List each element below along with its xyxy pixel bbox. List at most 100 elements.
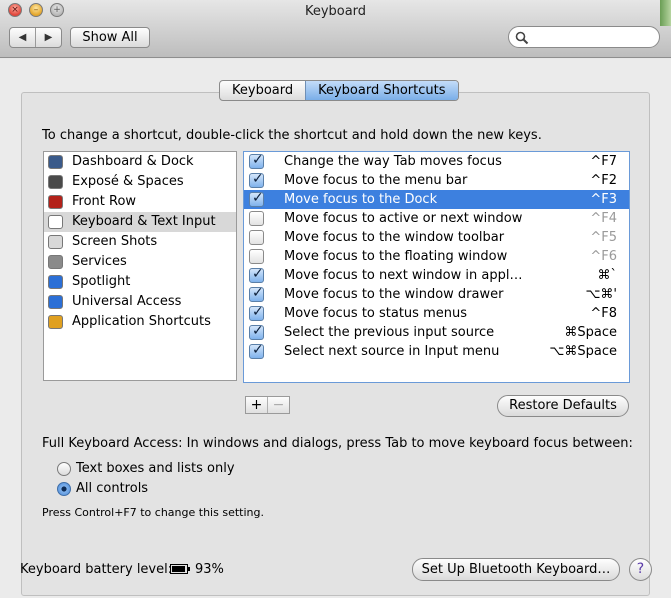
category-label: Universal Access [72, 294, 182, 309]
radio-label: Text boxes and lists only [76, 461, 235, 476]
checkmark-icon: ✓ [252, 266, 264, 282]
shortcut-keys[interactable]: ⌘` [598, 266, 618, 285]
shortcut-keys[interactable]: ⌥⌘Space [549, 342, 617, 361]
shortcut-checkbox[interactable]: ✓ [249, 152, 264, 169]
back-button[interactable]: ◀ [10, 28, 35, 47]
title-bar: × – + Keyboard ◀ ▶ Show All [0, 0, 671, 58]
shortcut-description: Select next source in Input menu [284, 344, 500, 359]
help-button[interactable]: ? [629, 558, 652, 581]
category-label: Services [72, 254, 127, 269]
shortcut-checkbox[interactable]: ✓ [249, 285, 264, 302]
setup-bluetooth-keyboard-button[interactable]: Set Up Bluetooth Keyboard… [412, 558, 620, 581]
back-forward-control: ◀ ▶ [9, 27, 62, 48]
shortcut-description: Move focus to the window drawer [284, 287, 504, 302]
shortcut-keys[interactable]: ^F8 [590, 304, 617, 323]
tab-control: Keyboard Keyboard Shortcuts [219, 80, 459, 101]
shortcut-description: Move focus to active or next window [284, 211, 523, 226]
shortcut-row[interactable]: Move focus to the floating window ^F6 [244, 247, 629, 266]
shortcut-row[interactable]: ✓ Select next source in Input menu ⌥⌘Space [244, 342, 629, 361]
shortcut-row[interactable]: ✓ Select the previous input source ⌘Space [244, 323, 629, 342]
forward-button[interactable]: ▶ [35, 28, 61, 47]
application-shortcuts-icon [48, 315, 63, 329]
search-icon [515, 31, 529, 45]
shortcut-checkbox[interactable] [249, 249, 264, 264]
desktop-edge [660, 0, 671, 26]
shortcut-checkbox[interactable] [249, 211, 264, 226]
control-f7-note: Press Control+F7 to change this setting. [42, 506, 264, 519]
shortcut-checkbox[interactable]: ✓ [249, 266, 264, 283]
battery-fill [172, 566, 185, 572]
show-all-button[interactable]: Show All [70, 27, 150, 48]
category-label: Exposé & Spaces [72, 174, 184, 189]
screen-shots-icon [48, 235, 63, 249]
shortcut-description: Move focus to the Dock [284, 192, 438, 207]
shortcut-keys[interactable]: ^F4 [590, 209, 617, 228]
checkmark-icon: ✓ [252, 304, 264, 320]
preferences-window: × – + Keyboard ◀ ▶ Show All Keyboard Key… [0, 0, 671, 598]
remove-shortcut-button[interactable]: − [267, 397, 289, 413]
shortcut-checkbox[interactable]: ✓ [249, 342, 264, 359]
shortcut-checkbox[interactable]: ✓ [249, 190, 264, 207]
category-item[interactable]: Exposé & Spaces [44, 172, 236, 192]
battery-icon [170, 564, 190, 574]
shortcut-row[interactable]: ✓ Move focus to the menu bar ^F2 [244, 171, 629, 190]
shortcut-checkbox[interactable] [249, 230, 264, 245]
category-label: Keyboard & Text Input [72, 214, 216, 229]
shortcut-description: Move focus to the floating window [284, 249, 508, 264]
category-item[interactable]: Universal Access [44, 292, 236, 312]
radio-label: All controls [76, 481, 149, 496]
add-shortcut-button[interactable]: + [246, 397, 267, 413]
radio-button[interactable] [57, 462, 71, 476]
category-label: Spotlight [72, 274, 131, 289]
shortcut-row[interactable]: ✓ Move focus to next window in appl… ⌘` [244, 266, 629, 285]
checkmark-icon: ✓ [252, 285, 264, 301]
radio-button[interactable] [57, 482, 71, 496]
shortcut-keys[interactable]: ^F2 [590, 171, 617, 190]
category-item[interactable]: Services [44, 252, 236, 272]
shortcut-checkbox[interactable]: ✓ [249, 304, 264, 321]
shortcut-description: Change the way Tab moves focus [284, 154, 502, 169]
checkmark-icon: ✓ [252, 152, 264, 168]
shortcut-row[interactable]: Move focus to active or next window ^F4 [244, 209, 629, 228]
shortcut-checkbox[interactable]: ✓ [249, 171, 264, 188]
expose-spaces-icon [48, 175, 63, 189]
shortcut-keys[interactable]: ^F7 [590, 152, 617, 171]
category-list[interactable]: Dashboard & Dock Exposé & Spaces Front Row… [43, 151, 237, 381]
category-item[interactable]: Front Row [44, 192, 236, 212]
shortcut-row[interactable]: ✓ Move focus to status menus ^F8 [244, 304, 629, 323]
spotlight-icon [48, 275, 63, 289]
category-item[interactable]: Screen Shots [44, 232, 236, 252]
search-input[interactable] [508, 26, 660, 48]
shortcut-row[interactable]: ✓ Change the way Tab moves focus ^F7 [244, 152, 629, 171]
restore-defaults-button[interactable]: Restore Defaults [497, 395, 629, 417]
shortcut-row[interactable]: Move focus to the window toolbar ^F5 [244, 228, 629, 247]
shortcut-keys[interactable]: ^F5 [590, 228, 617, 247]
keyboard-text-input-icon [48, 215, 63, 229]
category-item[interactable]: Keyboard & Text Input [44, 212, 236, 232]
tab-keyboard-shortcuts[interactable]: Keyboard Shortcuts [305, 81, 458, 100]
category-item[interactable]: Spotlight [44, 272, 236, 292]
category-item[interactable]: Application Shortcuts [44, 312, 236, 332]
shortcut-keys[interactable]: ^F6 [590, 247, 617, 266]
shortcut-description: Move focus to status menus [284, 306, 467, 321]
checkmark-icon: ✓ [252, 171, 264, 187]
category-item[interactable]: Dashboard & Dock [44, 152, 236, 172]
add-remove-control: + − [245, 396, 290, 414]
shortcut-keys[interactable]: ^F3 [590, 190, 617, 209]
shortcut-description: Select the previous input source [284, 325, 495, 340]
shortcut-row[interactable]: ✓ Move focus to the window drawer ⌥⌘' [244, 285, 629, 304]
shortcut-checkbox[interactable]: ✓ [249, 323, 264, 340]
category-label: Dashboard & Dock [72, 154, 194, 169]
battery-level-label: Keyboard battery level: [20, 562, 173, 577]
shortcut-keys[interactable]: ⌘Space [564, 323, 617, 342]
full-keyboard-access-label: Full Keyboard Access: In windows and dia… [42, 436, 633, 451]
universal-access-icon [48, 295, 63, 309]
dashboard-dock-icon [48, 155, 63, 169]
shortcut-row[interactable]: ✓ Move focus to the Dock ^F3 [244, 190, 629, 209]
shortcut-description: Move focus to the menu bar [284, 173, 468, 188]
services-icon [48, 255, 63, 269]
front-row-icon [48, 195, 63, 209]
shortcut-keys[interactable]: ⌥⌘' [585, 285, 617, 304]
tab-keyboard[interactable]: Keyboard [220, 81, 305, 100]
shortcut-list[interactable]: ✓ Change the way Tab moves focus ^F7 ✓ Move … [243, 151, 630, 383]
